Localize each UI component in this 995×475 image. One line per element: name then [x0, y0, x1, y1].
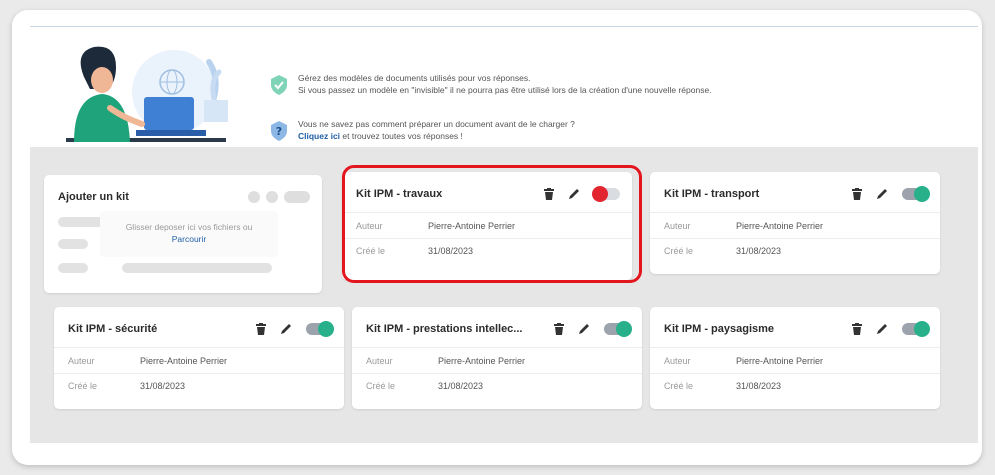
visibility-toggle[interactable]	[604, 321, 632, 337]
tip-text: Vous ne savez pas comment préparer un do…	[298, 118, 575, 142]
divider	[54, 373, 344, 374]
created-label: Créé le	[664, 246, 694, 256]
card-header: Kit IPM - transport	[664, 186, 930, 202]
created-label: Créé le	[68, 381, 98, 391]
add-kit-card[interactable]: Ajouter un kit Glisser deposer ici vos f…	[44, 175, 322, 293]
trash-icon[interactable]	[256, 323, 266, 335]
kit-card-paysagisme: Kit IPM - paysagisme Auteur Pierre-Antoi…	[650, 307, 940, 409]
trash-icon[interactable]	[554, 323, 564, 335]
divider	[352, 347, 642, 348]
created-value: 31/08/2023	[140, 381, 186, 391]
tip1-line2: Si vous passez un modèle en "invisible" …	[298, 85, 712, 95]
pencil-icon[interactable]	[876, 188, 888, 200]
kit-card-securite: Kit IPM - sécurité Auteur Pierre-Antoine…	[54, 307, 344, 409]
divider	[54, 347, 344, 348]
tip2-rest: et trouvez toutes vos réponses !	[340, 131, 463, 141]
toggle-knob	[616, 321, 632, 337]
visibility-toggle[interactable]	[902, 321, 930, 337]
info-banner: Gérez des modèles de documents utilisés …	[30, 32, 978, 147]
author-row: Auteur Pierre-Antoine Perrier	[366, 354, 630, 368]
card-actions	[852, 186, 930, 202]
help-link[interactable]: Cliquez ici	[298, 131, 340, 141]
card-title: Ajouter un kit	[58, 191, 129, 203]
card-actions	[554, 321, 632, 337]
tip2-line1: Vous ne savez pas comment préparer un do…	[298, 119, 575, 129]
kit-card-prestations: Kit IPM - prestations intellec... Auteur…	[352, 307, 642, 409]
trash-icon[interactable]	[852, 323, 862, 335]
author-label: Auteur	[68, 356, 95, 366]
dropzone-text: Glisser deposer ici vos fichiers ou	[125, 222, 253, 232]
author-value: Pierre-Antoine Perrier	[736, 356, 824, 366]
file-dropzone[interactable]: Glisser deposer ici vos fichiers ou Parc…	[100, 211, 278, 257]
created-row: Créé le 31/08/2023	[664, 379, 928, 393]
author-label: Auteur	[366, 356, 393, 366]
card-actions	[256, 321, 334, 337]
highlight-outline	[342, 165, 642, 283]
tip-text: Gérez des modèles de documents utilisés …	[298, 72, 712, 96]
created-value: 31/08/2023	[736, 381, 782, 391]
check-badge-icon	[271, 75, 287, 95]
kit-title: Kit IPM - transport	[664, 188, 760, 200]
placeholder-dots	[248, 191, 310, 203]
card-header: Kit IPM - paysagisme	[664, 321, 930, 337]
trash-icon[interactable]	[852, 188, 862, 200]
author-value: Pierre-Antoine Perrier	[438, 356, 526, 366]
divider	[650, 347, 940, 348]
divider	[352, 373, 642, 374]
kit-title: Kit IPM - paysagisme	[664, 323, 775, 335]
visibility-toggle[interactable]	[306, 321, 334, 337]
browse-link[interactable]: Parcourir	[100, 233, 278, 245]
divider	[650, 238, 940, 239]
toggle-knob	[318, 321, 334, 337]
kit-card-transport: Kit IPM - transport Auteur Pierre-Antoin…	[650, 172, 940, 274]
created-value: 31/08/2023	[736, 246, 782, 256]
pencil-icon[interactable]	[876, 323, 888, 335]
author-label: Auteur	[664, 221, 691, 231]
author-row: Auteur Pierre-Antoine Perrier	[664, 219, 928, 233]
created-label: Créé le	[366, 381, 396, 391]
tip-templates: Gérez des modèles de documents utilisés …	[268, 72, 712, 96]
card-header: Kit IPM - prestations intellec...	[366, 321, 632, 337]
card-header: Ajouter un kit	[58, 189, 310, 205]
divider	[650, 212, 940, 213]
app-window: Gérez des modèles de documents utilisés …	[12, 10, 982, 465]
created-label: Créé le	[664, 381, 694, 391]
pencil-icon[interactable]	[280, 323, 292, 335]
header-divider	[30, 26, 978, 27]
tip2-line2: Cliquez ici et trouvez toutes vos répons…	[298, 130, 575, 142]
tip-help: ? Vous ne savez pas comment préparer un …	[268, 118, 575, 142]
created-row: Créé le 31/08/2023	[664, 244, 928, 258]
tip1-line1: Gérez des modèles de documents utilisés …	[298, 73, 531, 83]
card-header: Kit IPM - sécurité	[68, 321, 334, 337]
kit-title: Kit IPM - sécurité	[68, 323, 158, 335]
created-row: Créé le 31/08/2023	[68, 379, 332, 393]
author-value: Pierre-Antoine Perrier	[140, 356, 228, 366]
kit-title: Kit IPM - prestations intellec...	[366, 323, 523, 335]
toggle-knob	[914, 186, 930, 202]
created-row: Créé le 31/08/2023	[366, 379, 630, 393]
visibility-toggle[interactable]	[902, 186, 930, 202]
support-illustration	[66, 46, 228, 142]
card-actions	[852, 321, 930, 337]
svg-text:?: ?	[276, 125, 282, 138]
created-value: 31/08/2023	[438, 381, 484, 391]
author-row: Auteur Pierre-Antoine Perrier	[664, 354, 928, 368]
pencil-icon[interactable]	[578, 323, 590, 335]
toggle-knob	[914, 321, 930, 337]
author-row: Auteur Pierre-Antoine Perrier	[68, 354, 332, 368]
author-label: Auteur	[664, 356, 691, 366]
divider	[650, 373, 940, 374]
question-badge-icon: ?	[271, 121, 287, 141]
author-value: Pierre-Antoine Perrier	[736, 221, 824, 231]
